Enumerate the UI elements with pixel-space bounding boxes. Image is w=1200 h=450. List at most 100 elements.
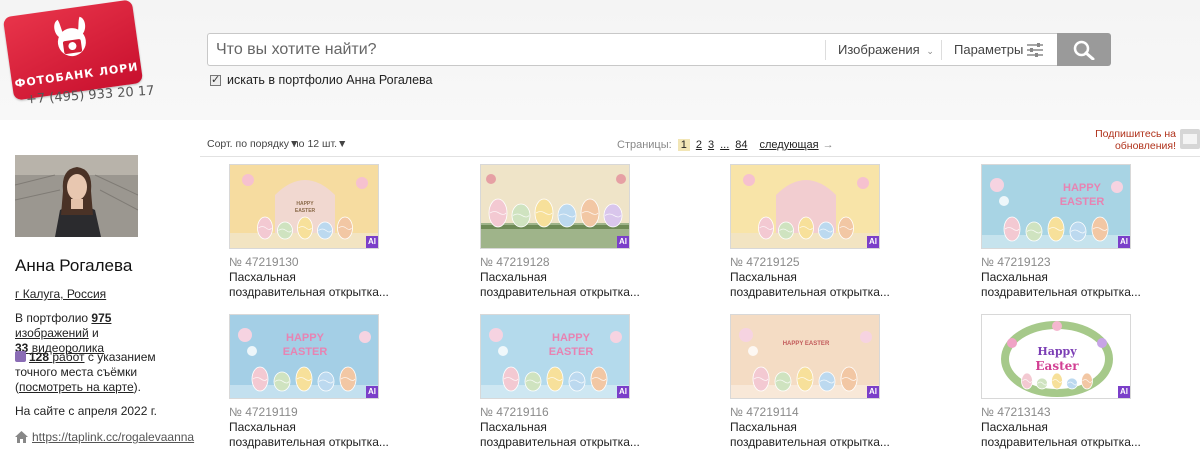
search-icon (1073, 40, 1095, 60)
home-icon (15, 431, 28, 443)
ai-badge: AI (617, 386, 629, 398)
photo-thumbnail[interactable]: AI (730, 164, 880, 249)
photo-title-line2: поздравительная открытка... (229, 435, 389, 449)
photo-title-line2: поздравительная открытка... (480, 435, 640, 449)
photo-thumbnail[interactable]: AI (480, 164, 630, 249)
page-link[interactable]: 3 (708, 139, 714, 151)
search-type-dropdown[interactable]: Изображения ⌄ (838, 42, 934, 57)
photo-title-line2: поздравительная открытка... (981, 435, 1141, 449)
easter-image (481, 165, 629, 248)
photo-thumbnail[interactable]: HAPPY EASTER AI (229, 314, 379, 399)
ai-badge: AI (867, 386, 879, 398)
photo-title-line2: поздравительная открытка... (229, 285, 389, 299)
geo-works: 128 работ с указанием точного места съём… (15, 350, 156, 394)
params-button[interactable]: Параметры (954, 42, 1023, 57)
photo-thumbnail[interactable]: Happy Easter AI (981, 314, 1131, 399)
page-ellipsis[interactable]: ... (720, 139, 729, 151)
thumb-caption-happy: Happy (1037, 345, 1077, 358)
thumb-caption-easter: EASTER (283, 346, 328, 358)
photo-title-line1: Пасхальная (480, 270, 547, 284)
thumb-caption-easter: EASTER (295, 208, 316, 214)
thumb-caption-easter: Easter (1035, 359, 1079, 373)
mail-icon[interactable] (1180, 129, 1200, 149)
author-photo (15, 155, 138, 237)
search-type-label: Изображения (838, 42, 920, 57)
search-box: Изображения ⌄ Параметры (207, 33, 1057, 66)
member-since: На сайте с апреля 2022 г. (15, 404, 157, 418)
photo-id: № 47219116 (480, 405, 549, 419)
photo-thumbnail[interactable]: HAPPY EASTER AI (229, 164, 379, 249)
easter-image (731, 165, 879, 248)
author-name: Анна Рогалева (15, 256, 133, 275)
photo-title-line1: Пасхальная (981, 270, 1048, 284)
ai-badge: AI (366, 236, 378, 248)
photo-title-link[interactable]: Пасхальная поздравительная открытка... (730, 270, 890, 300)
checkbox[interactable] (210, 73, 221, 86)
ai-badge: AI (867, 236, 879, 248)
thumb-caption-happy: HAPPY (296, 201, 314, 207)
page-current: 1 (677, 139, 690, 151)
photo-thumbnail[interactable]: HAPPY EASTER AI (981, 164, 1131, 249)
search-button[interactable] (1057, 33, 1111, 66)
subscribe-link[interactable]: Подпишитесь на обновления! (1090, 128, 1176, 152)
photo-title-line1: Пасхальная (730, 270, 797, 284)
pages-label: Страницы: (617, 139, 672, 151)
easter-image: HAPPY EASTER (230, 315, 378, 398)
photo-title-link[interactable]: Пасхальная поздравительная открытка... (480, 270, 640, 300)
photo-title-link[interactable]: Пасхальная поздравительная открытка... (480, 420, 640, 450)
photo-title-link[interactable]: Пасхальная поздравительная открытка... (229, 420, 389, 450)
site-link[interactable]: https://taplink.cc/rogalevaanna (32, 430, 194, 444)
search-input[interactable] (208, 34, 823, 65)
ai-badge: AI (617, 236, 629, 248)
author-location: г Калуга, Россия (15, 287, 106, 302)
rabbit-camera-icon (54, 16, 86, 57)
ai-badge: AI (1118, 386, 1130, 398)
images-count: 975 (91, 311, 112, 325)
easter-image: HAPPYEASTER (230, 165, 378, 248)
portfolio-search-checkbox[interactable]: искать в портфолио Анна Рогалева (210, 73, 433, 87)
easter-image: HAPPY EASTER (731, 315, 879, 398)
photo-title-link[interactable]: Пасхальная поздравительная открытка... (730, 420, 890, 450)
photo-title-line2: поздравительная открытка... (730, 285, 890, 299)
photo-id: № 47219128 (480, 255, 550, 269)
portfolio-prefix: В портфолио (15, 311, 89, 325)
photo-thumbnail[interactable]: HAPPY EASTER AI (730, 314, 880, 399)
easter-image: HappyEaster (982, 315, 1130, 398)
map-pin-icon (15, 351, 26, 362)
ai-badge: AI (366, 386, 378, 398)
photo-id: № 47219125 (730, 255, 800, 269)
divider (200, 156, 1200, 157)
map-link[interactable]: посмотреть на карте (19, 380, 134, 394)
photo-title-line1: Пасхальная (229, 270, 296, 284)
photo-title-line1: Пасхальная (981, 420, 1048, 434)
page-link-last[interactable]: 84 (735, 139, 747, 151)
thumb-caption-easter: EASTER (549, 346, 594, 358)
divider (825, 40, 826, 60)
sort-dropdown[interactable]: Сорт. по порядку▼ (207, 138, 299, 150)
images-word: изображений (15, 326, 89, 340)
location-link[interactable]: г Калуга, Россия (15, 287, 106, 301)
geo-count: 128 (29, 350, 50, 364)
photo-title-link[interactable]: Пасхальная поздравительная открытка... (229, 270, 389, 300)
photo-title-line2: поздравительная открытка... (730, 435, 890, 449)
sliders-icon[interactable] (1026, 42, 1044, 58)
chevron-down-icon: ⌄ (926, 46, 934, 56)
photo-title-link[interactable]: Пасхальная поздравительная открытка... (981, 420, 1141, 450)
and-text: и (92, 326, 99, 340)
checkbox-label: искать в портфолио Анна Рогалева (227, 73, 433, 87)
photo-id: № 47219114 (730, 405, 799, 419)
page-link[interactable]: 2 (696, 139, 702, 151)
photo-id: № 47219130 (229, 255, 299, 269)
next-page-link[interactable]: следующая (760, 139, 819, 151)
geo-word: работ (52, 350, 85, 364)
divider (941, 40, 942, 60)
photo-title-line2: поздравительная открытка... (480, 285, 640, 299)
photo-id: № 47213143 (981, 405, 1051, 419)
geo-works-link[interactable]: 128 работ (29, 350, 85, 364)
photo-title-link[interactable]: Пасхальная поздравительная открытка... (981, 270, 1141, 300)
author-avatar[interactable] (15, 155, 138, 237)
photo-thumbnail[interactable]: HAPPY EASTER AI (480, 314, 630, 399)
author-site: https://taplink.cc/rogalevaanna (15, 430, 194, 445)
per-page-dropdown[interactable]: по 12 шт.▼ (293, 138, 347, 150)
thumb-caption-happy: HAPPY (286, 332, 325, 344)
